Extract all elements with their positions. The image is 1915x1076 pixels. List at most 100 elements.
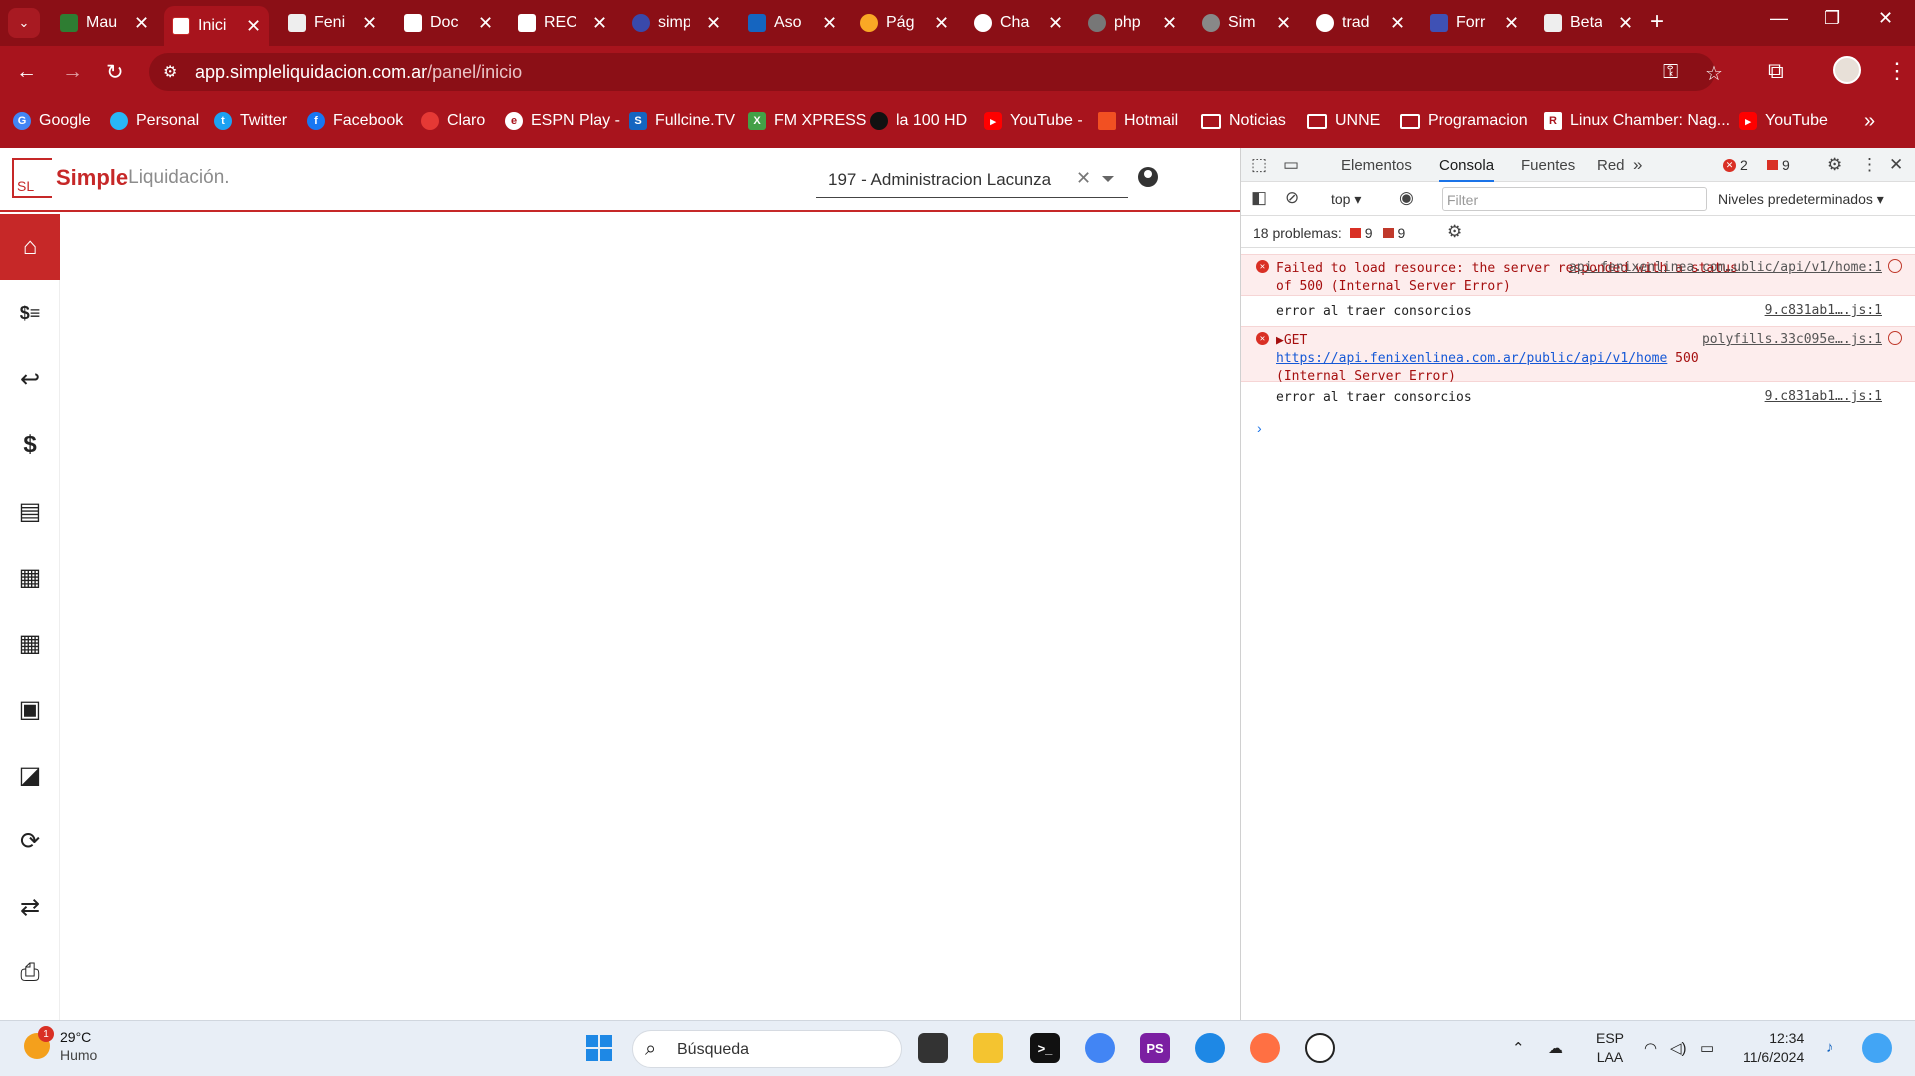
- close-icon[interactable]: ✕: [1504, 13, 1519, 34]
- request-method[interactable]: ▶GET: [1276, 333, 1307, 348]
- tab-consola[interactable]: Consola: [1439, 157, 1495, 182]
- device-toolbar-icon[interactable]: ▭: [1283, 155, 1299, 175]
- table-icon[interactable]: ▦: [0, 610, 60, 676]
- phpstorm-icon[interactable]: PS: [1140, 1033, 1170, 1063]
- problems-summary[interactable]: 18 problemas: 9 9: [1253, 225, 1405, 241]
- close-icon[interactable]: ✕: [822, 13, 837, 34]
- tab-search-button[interactable]: ⌄: [8, 8, 40, 38]
- bookmark-item[interactable]: Hotmail: [1098, 112, 1178, 130]
- context-select[interactable]: top ▾: [1331, 191, 1361, 208]
- app-icon[interactable]: [1305, 1033, 1335, 1063]
- console-source-link[interactable]: 9.c831ab1….js:1: [1765, 389, 1882, 404]
- print-icon[interactable]: ⎙: [0, 940, 60, 1006]
- dollar-icon[interactable]: $: [0, 412, 60, 478]
- calendar-check-icon[interactable]: ▦: [0, 544, 60, 610]
- sync-icon[interactable]: ⟳: [0, 808, 60, 874]
- bookmark-item[interactable]: ▸ YouTube -: [984, 112, 1083, 130]
- bookmark-item[interactable]: f Facebook: [307, 112, 403, 130]
- close-icon[interactable]: ✕: [134, 13, 149, 34]
- close-window-icon[interactable]: ✕: [1878, 8, 1893, 29]
- exchange-icon[interactable]: ⇄: [0, 874, 60, 940]
- gear-icon[interactable]: ⚙: [1447, 222, 1462, 242]
- network-icon[interactable]: [1888, 331, 1902, 345]
- chrome-icon[interactable]: [1085, 1033, 1115, 1063]
- clear-console-icon[interactable]: ⊘: [1285, 188, 1299, 208]
- taskbar-search[interactable]: ⌕ Búsqueda: [632, 1030, 902, 1068]
- browser-tab[interactable]: Aso ✕: [740, 6, 845, 40]
- back-icon[interactable]: ←: [16, 60, 37, 84]
- document-icon[interactable]: ▤: [0, 478, 60, 544]
- bookmark-folder[interactable]: UNNE: [1307, 112, 1380, 130]
- minimize-icon[interactable]: —: [1770, 8, 1788, 29]
- browser-tab[interactable]: simp ✕: [624, 6, 729, 40]
- weather-widget[interactable]: 1 29°C Humo: [24, 1026, 97, 1063]
- close-icon[interactable]: ✕: [592, 13, 607, 34]
- close-icon[interactable]: ✕: [1276, 13, 1291, 34]
- close-icon[interactable]: ✕: [246, 16, 261, 37]
- profile-avatar[interactable]: [1833, 56, 1861, 84]
- docker-icon[interactable]: [1195, 1033, 1225, 1063]
- network-icon[interactable]: [1888, 259, 1902, 273]
- battery-icon[interactable]: ▭: [1700, 1039, 1714, 1057]
- address-bar[interactable]: ⚙ app.simpleliquidacion.com.ar/panel/ini…: [149, 53, 1723, 91]
- reload-icon[interactable]: ↻: [106, 60, 124, 85]
- error-count-badge[interactable]: ✕ 2: [1723, 157, 1748, 173]
- tab-fuentes[interactable]: Fuentes: [1521, 157, 1575, 174]
- terminal-icon[interactable]: >_: [1030, 1033, 1060, 1063]
- console-source-link[interactable]: api.fenixenlinea.com…ublic/api/v1/home:1: [1569, 260, 1882, 275]
- bookmark-item[interactable]: t Twitter: [214, 112, 287, 130]
- note-icon[interactable]: ◪: [0, 742, 60, 808]
- console-source-link[interactable]: 9.c831ab1….js:1: [1765, 303, 1882, 318]
- cash-icon[interactable]: $≡: [0, 280, 60, 346]
- bookmark-item[interactable]: S Fullcine.TV: [629, 112, 735, 130]
- close-icon[interactable]: ✕: [1618, 13, 1633, 34]
- bookmark-item[interactable]: X FM XPRESS: [748, 112, 866, 130]
- bookmark-item[interactable]: R Linux Chamber: Nag...: [1544, 112, 1730, 130]
- onedrive-icon[interactable]: ☁: [1548, 1039, 1563, 1057]
- close-icon[interactable]: ✕: [478, 13, 493, 34]
- console-source-link[interactable]: polyfills.33c095e….js:1: [1702, 332, 1882, 347]
- browser-tab[interactable]: Sim ✕: [1194, 6, 1299, 40]
- gear-icon[interactable]: ⚙: [1827, 155, 1842, 175]
- bell-icon[interactable]: ♪: [1826, 1039, 1834, 1056]
- browser-tab-active[interactable]: Inici ✕: [164, 6, 270, 46]
- postman-icon[interactable]: [1250, 1033, 1280, 1063]
- badge-icon[interactable]: ▣: [0, 676, 60, 742]
- bookmark-item[interactable]: G Google: [13, 112, 91, 130]
- wifi-icon[interactable]: ◠: [1644, 1039, 1657, 1057]
- browser-tab[interactable]: Feni ✕: [280, 6, 385, 40]
- app-logo[interactable]: SL Simple Liquidación.: [12, 158, 230, 198]
- filter-input[interactable]: Filter: [1442, 187, 1707, 211]
- chevron-up-icon[interactable]: ⌃: [1512, 1039, 1525, 1057]
- close-icon[interactable]: ✕: [934, 13, 949, 34]
- browser-tab[interactable]: Beta ✕: [1536, 6, 1641, 40]
- chevron-down-icon[interactable]: [1102, 176, 1114, 182]
- task-view-icon[interactable]: [918, 1033, 948, 1063]
- close-icon[interactable]: ✕: [706, 13, 721, 34]
- bookmark-item[interactable]: la 100 HD: [870, 112, 967, 130]
- close-icon[interactable]: ✕: [1162, 13, 1177, 34]
- close-icon[interactable]: ✕: [1048, 13, 1063, 34]
- language-indicator[interactable]: ESP LAA: [1596, 1029, 1624, 1067]
- system-clock[interactable]: 12:34 11/6/2024: [1743, 1029, 1804, 1067]
- inspect-element-icon[interactable]: ⬚: [1251, 155, 1267, 175]
- restore-icon[interactable]: ❐: [1824, 8, 1840, 29]
- menu-kebab-icon[interactable]: ⋮: [1886, 58, 1908, 84]
- home-icon[interactable]: ⌂: [0, 214, 60, 280]
- forward-icon[interactable]: →: [62, 60, 83, 84]
- browser-tab[interactable]: Cha ✕: [966, 6, 1071, 40]
- bookmark-item[interactable]: Claro: [421, 112, 485, 130]
- copilot-icon[interactable]: [1862, 1033, 1892, 1063]
- close-icon[interactable]: ✕: [1390, 13, 1405, 34]
- star-icon[interactable]: ☆: [1705, 61, 1723, 86]
- new-tab-button[interactable]: +: [1650, 8, 1664, 36]
- console-prompt[interactable]: ›: [1257, 420, 1262, 436]
- browser-tab[interactable]: Pág ✕: [852, 6, 957, 40]
- browser-tab[interactable]: php ✕: [1080, 6, 1185, 40]
- browser-tab[interactable]: Mau ✕: [52, 6, 157, 40]
- bookmark-item[interactable]: Personal: [110, 112, 199, 130]
- request-url-link[interactable]: https://api.fenixenlinea.com.ar/public/a…: [1276, 351, 1667, 366]
- file-explorer-icon[interactable]: [973, 1033, 1003, 1063]
- close-icon[interactable]: ✕: [362, 13, 377, 34]
- browser-tab[interactable]: Forr ✕: [1422, 6, 1527, 40]
